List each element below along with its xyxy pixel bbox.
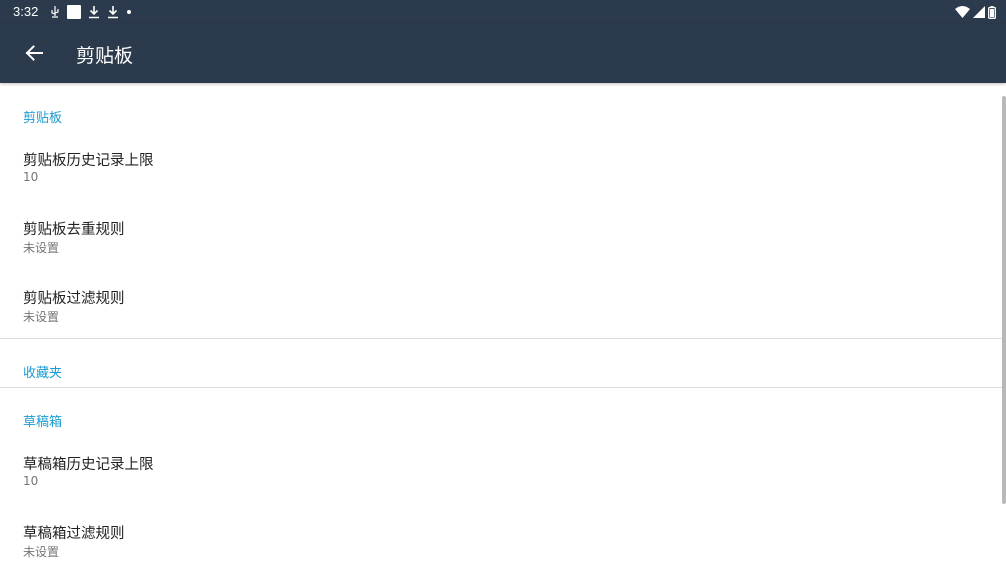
app-bar: 剪贴板 <box>0 24 1006 83</box>
notification-icons <box>50 4 132 20</box>
pref-summary: 未设置 <box>23 310 60 324</box>
pref-clipboard-history-limit[interactable]: 剪贴板历史记录上限 10 <box>0 149 1000 215</box>
back-button[interactable] <box>19 38 49 68</box>
scrollbar[interactable] <box>1002 96 1006 504</box>
pref-title: 剪贴板去重规则 <box>23 222 125 238</box>
category-header-favorites: 收藏夹 <box>23 366 63 381</box>
pref-title: 剪贴板历史记录上限 <box>23 153 154 169</box>
section-divider <box>0 338 1006 339</box>
signal-icon <box>973 6 985 18</box>
arrow-back-icon <box>25 45 43 61</box>
pref-summary: 未设置 <box>23 545 60 559</box>
category-header-drafts: 草稿箱 <box>23 415 63 430</box>
status-bar: 3:32 <box>0 0 1006 24</box>
pref-title: 草稿箱历史记录上限 <box>23 457 154 473</box>
dot-icon <box>126 9 132 15</box>
category-header-clipboard: 剪贴板 <box>23 111 63 126</box>
page-title: 剪贴板 <box>76 45 134 67</box>
pref-drafts-filter-rules[interactable]: 草稿箱过滤规则 未设置 <box>0 522 1000 565</box>
preferences-list[interactable]: 剪贴板 剪贴板历史记录上限 10 剪贴板去重规则 未设置 剪贴板过滤规则 未设置… <box>0 83 1006 565</box>
pref-clipboard-filter-rules[interactable]: 剪贴板过滤规则 未设置 <box>0 287 1000 353</box>
system-icons <box>955 4 996 20</box>
wifi-icon <box>955 6 970 18</box>
usb-icon <box>50 6 60 18</box>
pref-clipboard-dedup-rules[interactable]: 剪贴板去重规则 未设置 <box>0 218 1000 284</box>
pref-title: 草稿箱过滤规则 <box>23 526 125 542</box>
section-divider <box>0 387 1006 388</box>
status-time: 3:32 <box>13 4 39 19</box>
pref-summary: 未设置 <box>23 241 60 255</box>
pref-title: 剪贴板过滤规则 <box>23 291 125 307</box>
square-notification-icon <box>67 5 81 19</box>
pref-summary: 10 <box>23 170 39 184</box>
download-icon <box>107 5 119 19</box>
pref-summary: 10 <box>23 474 39 488</box>
pref-drafts-history-limit[interactable]: 草稿箱历史记录上限 10 <box>0 453 1000 519</box>
battery-icon <box>988 5 996 19</box>
download-icon <box>88 5 100 19</box>
